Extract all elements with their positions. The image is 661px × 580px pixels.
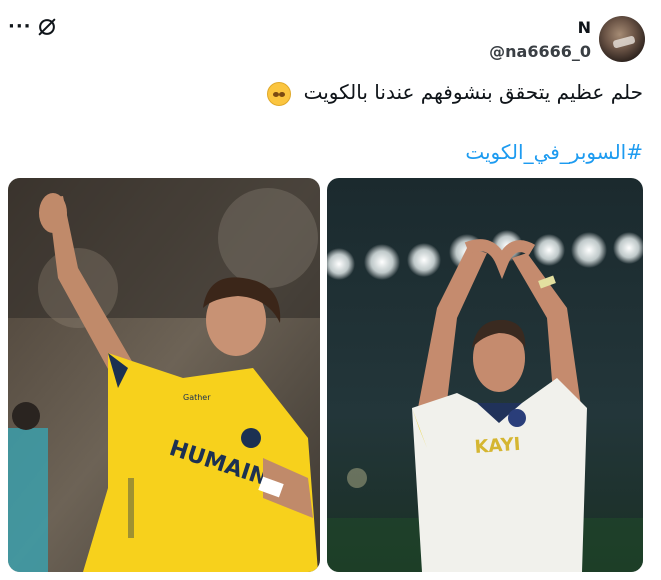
pleading-face-emoji-icon xyxy=(267,81,292,106)
hashtag-link[interactable]: #السوبر_في_الكويت xyxy=(465,140,643,164)
author-handle[interactable]: @na6666_0 xyxy=(489,42,591,61)
svg-text:Gather: Gather xyxy=(183,393,211,402)
svg-text:KAYI: KAYI xyxy=(474,434,521,458)
post-image-right[interactable]: KAYI xyxy=(327,178,643,572)
photo-player-yellow-icon: HUMAIN Gather xyxy=(8,178,320,572)
author-display-name[interactable]: N xyxy=(578,18,591,37)
grok-icon[interactable] xyxy=(36,16,58,38)
more-options-button[interactable]: ··· xyxy=(8,16,32,37)
post-header: N @na6666_0 ··· xyxy=(0,12,661,68)
post-text: حلم عظيم يتحقق بنشوفهم عندنا بالكويت xyxy=(267,80,643,106)
post-image-left[interactable]: HUMAIN Gather xyxy=(8,178,320,572)
author-avatar[interactable] xyxy=(599,16,645,62)
photo-player-white-icon: KAYI xyxy=(327,178,643,572)
post-text-content: حلم عظيم يتحقق بنشوفهم عندنا بالكويت xyxy=(303,80,643,104)
